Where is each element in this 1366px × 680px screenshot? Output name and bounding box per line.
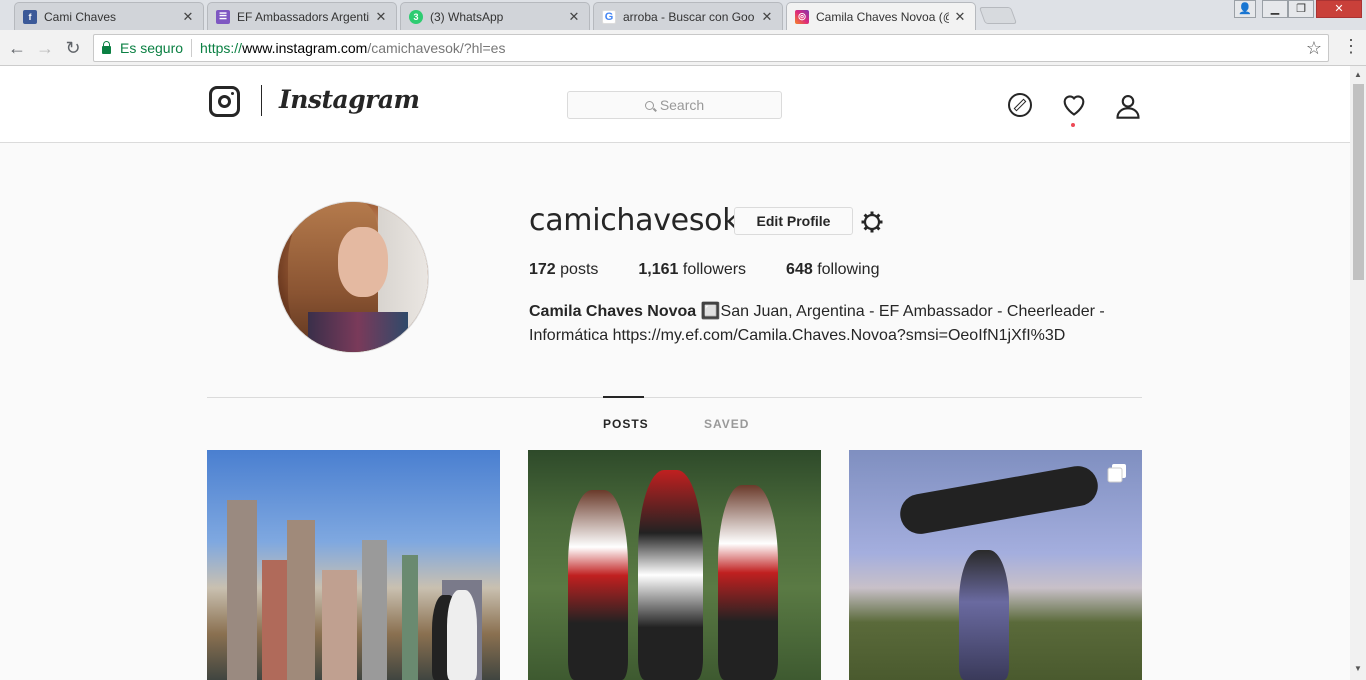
following-count: 648 (786, 261, 813, 278)
new-tab-button[interactable] (978, 7, 1018, 24)
close-icon[interactable]: ✕ (953, 9, 967, 25)
following-stat[interactable]: 648 following (786, 261, 879, 279)
followers-stat[interactable]: 1,161 followers (638, 261, 746, 279)
instagram-icon: ◎ (795, 9, 809, 24)
close-icon[interactable]: ✕ (760, 9, 774, 25)
posts-stat: 172 posts (529, 261, 598, 279)
explore-compass-icon[interactable] (1008, 93, 1032, 117)
instagram-camera-icon[interactable] (209, 86, 240, 117)
tab-title: Camila Chaves Novoa (@ (816, 9, 949, 24)
post-thumbnail[interactable] (849, 450, 1142, 680)
tab-title: arroba - Buscar con Goo (623, 9, 755, 24)
posts-label: posts (560, 261, 599, 278)
tab-saved[interactable]: SAVED (704, 417, 749, 431)
following-label: following (817, 261, 880, 278)
close-icon[interactable]: ✕ (374, 9, 388, 25)
search-placeholder: Search (659, 97, 705, 113)
tab-title: EF Ambassadors Argentin (237, 9, 370, 24)
tabs-divider (207, 397, 1142, 398)
restore-button[interactable]: ❐ (1288, 0, 1314, 18)
edit-profile-button[interactable]: Edit Profile (734, 207, 853, 235)
browser-tab-instagram[interactable]: ◎ Camila Chaves Novoa (@ ✕ (786, 2, 976, 30)
url-protocol: https:// (200, 40, 243, 56)
google-icon: G (602, 9, 616, 24)
profile-username: camichavesok (529, 203, 740, 238)
browser-tab-cami-chaves[interactable]: f Cami Chaves ✕ (14, 2, 204, 30)
bio-text-line1: 🔲San Juan, Argentina - EF Ambassador - C… (696, 303, 1105, 320)
scroll-down-arrow[interactable]: ▼ (1354, 664, 1362, 673)
profile-stats: 172 posts 1,161 followers 648 following (529, 261, 919, 279)
browser-tab-whatsapp[interactable]: 3 (3) WhatsApp ✕ (400, 2, 590, 30)
active-tab-indicator (603, 396, 644, 398)
multiple-photos-icon (1107, 464, 1126, 483)
close-icon[interactable]: ✕ (567, 9, 581, 25)
profile-full-name: Camila Chaves Novoa (529, 303, 697, 320)
search-input[interactable]: Search (567, 91, 782, 119)
address-bar[interactable]: Es seguro https://www.instagram.com/cami… (93, 34, 1329, 62)
instagram-wordmark[interactable]: Instagram (279, 85, 420, 114)
post-thumbnail[interactable] (207, 450, 500, 680)
browser-tab-google[interactable]: G arroba - Buscar con Goo ✕ (593, 2, 783, 30)
facebook-icon: f (23, 9, 37, 24)
settings-gear-icon[interactable] (860, 210, 884, 234)
tab-title: (3) WhatsApp (430, 9, 504, 24)
scroll-up-arrow[interactable]: ▲ (1354, 70, 1362, 79)
url-host: www.instagram.com (242, 40, 368, 56)
forward-icon[interactable]: → (34, 37, 56, 59)
minimize-button[interactable]: ▁ (1262, 0, 1288, 18)
bio-text-line2: Informática https://my.ef.com/Camila.Cha… (529, 327, 1066, 344)
followers-label: followers (682, 261, 747, 278)
browser-toolbar: ← → ↻ Es seguro https://www.instagram.co… (0, 30, 1366, 66)
browser-menu-icon[interactable]: ⋮ (1342, 36, 1360, 57)
tab-title: Cami Chaves (44, 9, 117, 24)
forms-icon: ☰ (216, 9, 230, 24)
reload-icon[interactable]: ↻ (62, 37, 84, 59)
search-icon (644, 100, 654, 110)
url-path: /camichavesok/?hl=es (367, 40, 506, 56)
profile-icon[interactable]: 👤 (1234, 0, 1256, 18)
browser-tab-ef-ambassadors[interactable]: ☰ EF Ambassadors Argentin ✕ (207, 2, 397, 30)
close-window-button[interactable]: ✕ (1316, 0, 1362, 18)
close-icon[interactable]: ✕ (181, 9, 195, 25)
security-label: Es seguro (120, 40, 184, 56)
bookmark-star-icon[interactable]: ☆ (1306, 38, 1322, 59)
profile-bio: Camila Chaves Novoa 🔲San Juan, Argentina… (529, 300, 1129, 348)
tab-posts[interactable]: POSTS (603, 417, 649, 431)
security-indicator[interactable]: Es seguro (102, 40, 183, 56)
posts-count: 172 (529, 261, 556, 278)
instagram-header: Instagram Search (0, 66, 1350, 143)
lock-icon (102, 40, 111, 54)
followers-count: 1,161 (638, 261, 679, 278)
notification-dot (1071, 123, 1075, 127)
whatsapp-icon: 3 (409, 9, 423, 24)
browser-tab-strip: f Cami Chaves ✕ ☰ EF Ambassadors Argenti… (0, 0, 1366, 30)
post-thumbnail[interactable] (528, 450, 821, 680)
page-scrollbar[interactable]: ▲ ▼ (1350, 66, 1366, 680)
scroll-thumb[interactable] (1353, 84, 1364, 280)
back-icon[interactable]: ← (6, 37, 28, 59)
profile-person-icon[interactable] (1114, 92, 1142, 120)
divider (191, 39, 193, 57)
profile-avatar[interactable] (277, 201, 429, 353)
logo-divider (261, 85, 262, 116)
activity-heart-icon[interactable] (1060, 90, 1088, 118)
page-viewport: Instagram Search camichavesok Edit Profi… (0, 66, 1350, 680)
